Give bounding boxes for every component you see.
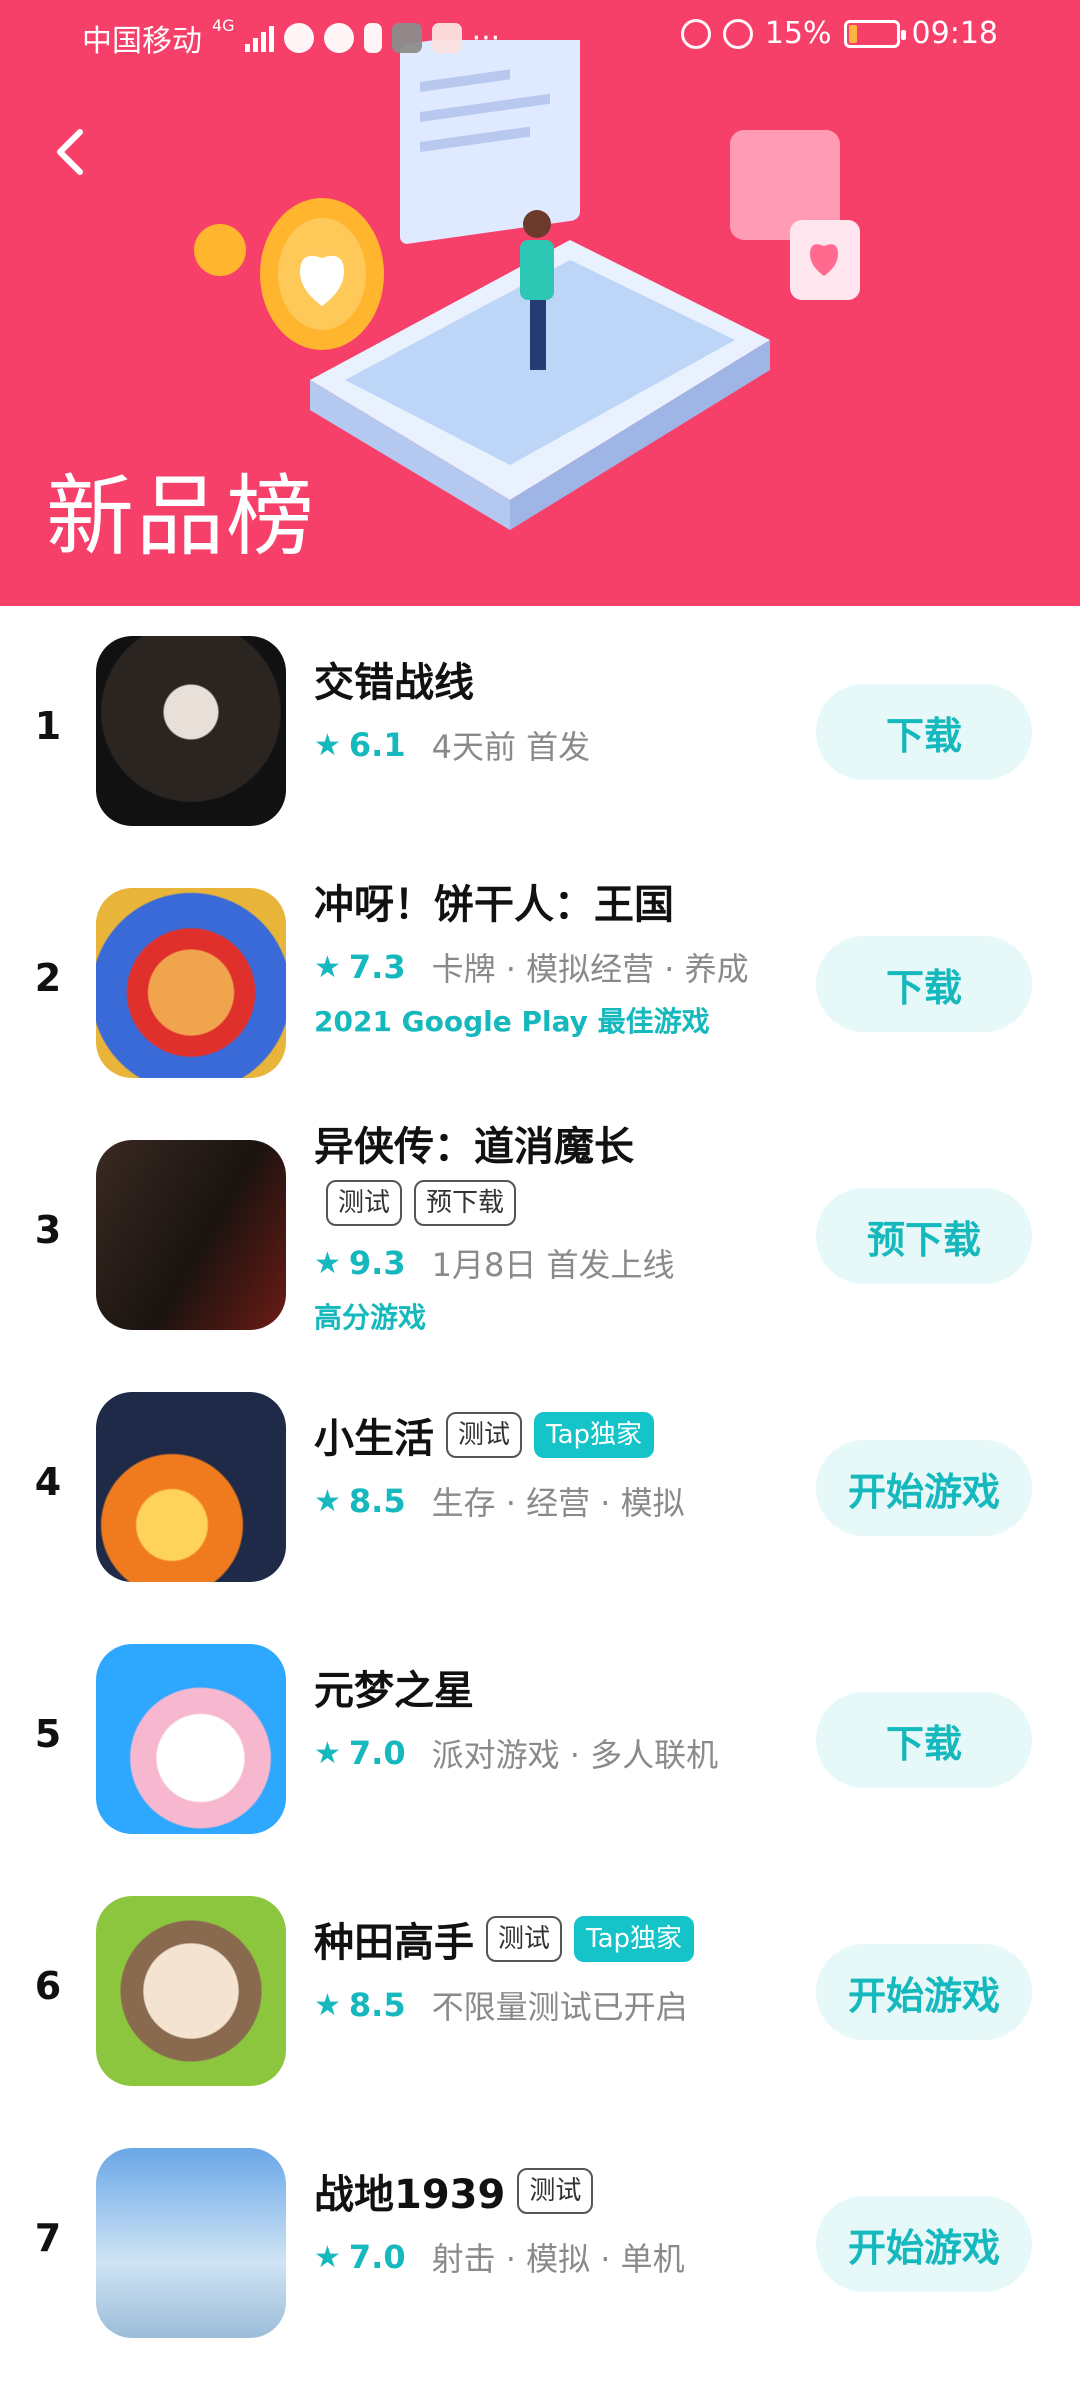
game-tag: 测试 [486, 1916, 563, 1962]
game-tag: 测试 [517, 2168, 594, 2214]
game-action-button[interactable]: 预下载 [816, 1188, 1032, 1284]
game-rating: 7.3 [348, 948, 406, 986]
game-icon[interactable] [96, 636, 286, 826]
page-title: 新品榜 [46, 465, 317, 568]
game-title[interactable]: 元梦之星 [314, 1658, 474, 1716]
ranking-list: 1 交错战线 ★ 6.1 4天前 首发 下载 2 冲呀！饼干人：王国 ★ 7.3… [0, 606, 1080, 2370]
battery-icon [843, 19, 906, 48]
rank-number: 2 [34, 956, 62, 1000]
rank-number: 3 [34, 1208, 62, 1252]
game-title-row: 种田高手 测试 Tap独家 [314, 1910, 810, 1968]
game-meta: ★ 7.0 射击 · 模拟 · 单机 [314, 2234, 810, 2280]
game-meta: ★ 8.5 生存 · 经营 · 模拟 [314, 1478, 810, 1524]
game-action-button[interactable]: 开始游戏 [816, 1440, 1032, 1536]
game-list-item[interactable]: 3 异侠传：道消魔长 测试 预下载 ★ 9.3 1月8日 首发上线 高分游戏 预下… [0, 1110, 1080, 1362]
game-title[interactable]: 冲呀！饼干人：王国 [314, 872, 674, 930]
game-badge: 2021 Google Play 最佳游戏 [314, 1005, 710, 1038]
game-list-item[interactable]: 4 小生活 测试 Tap独家 ★ 8.5 生存 · 经营 · 模拟 开始游戏 [0, 1362, 1080, 1614]
game-description: 不限量测试已开启 [431, 1988, 688, 2026]
game-description: 4天前 首发 [431, 728, 591, 766]
game-icon[interactable] [96, 1140, 286, 1330]
game-list-item[interactable]: 2 冲呀！饼干人：王国 ★ 7.3 卡牌 · 模拟经营 · 养成 2021 Go… [0, 858, 1080, 1110]
more-notifications-icon: ··· [471, 20, 501, 56]
game-title-row: 元梦之星 [314, 1658, 810, 1716]
game-meta: ★ 7.3 卡牌 · 模拟经营 · 养成 [314, 944, 810, 990]
star-icon: ★ [314, 727, 341, 763]
game-meta: ★ 8.5 不限量测试已开启 [314, 1982, 810, 2028]
game-action-button[interactable]: 开始游戏 [816, 2196, 1032, 2292]
game-rating: 8.5 [348, 1482, 406, 1520]
game-tag: 测试 [326, 1180, 403, 1226]
game-rating: 6.1 [348, 726, 406, 764]
game-title-row: 异侠传：道消魔长 [314, 1114, 810, 1172]
rank-number: 6 [34, 1964, 62, 2008]
game-tag: 测试 [446, 1412, 523, 1458]
app-notification-icon [391, 23, 422, 53]
star-icon: ★ [314, 1245, 341, 1281]
game-action-button[interactable]: 下载 [816, 684, 1032, 780]
game-action-button[interactable]: 下载 [816, 936, 1032, 1032]
clock: 09:18 [911, 16, 998, 51]
rank-number: 7 [34, 2216, 62, 2260]
battery-percent: 15% [764, 16, 832, 51]
alarm-icon [722, 18, 753, 49]
chevron-left-icon[interactable] [44, 122, 104, 182]
star-icon: ★ [314, 1735, 341, 1771]
network-label: 4G [212, 16, 235, 35]
alert-icon [363, 23, 382, 53]
game-list-item[interactable]: 7 战地1939 测试 ★ 7.0 射击 · 模拟 · 单机 开始游戏 [0, 2118, 1080, 2370]
app-notification-icon [431, 23, 462, 53]
game-list-item[interactable]: 5 元梦之星 ★ 7.0 派对游戏 · 多人联机 下载 [0, 1614, 1080, 1866]
game-title[interactable]: 交错战线 [314, 650, 474, 708]
header-banner: 中国移动 4G ··· 15% 09:18 新品榜 [0, 0, 1080, 606]
message-icon [283, 23, 314, 53]
game-title-row: 交错战线 [314, 650, 810, 708]
game-title[interactable]: 种田高手 [314, 1910, 474, 1968]
star-icon: ★ [314, 1987, 341, 2023]
game-tag: 预下载 [414, 1180, 517, 1226]
game-icon[interactable] [96, 1644, 286, 1834]
game-rating: 7.0 [348, 1734, 406, 1772]
game-icon[interactable] [96, 2148, 286, 2338]
game-rating: 7.0 [348, 2238, 406, 2276]
game-icon[interactable] [96, 1392, 286, 1582]
game-description: 卡牌 · 模拟经营 · 养成 [431, 950, 749, 988]
game-title[interactable]: 小生活 [314, 1406, 434, 1464]
data-saver-icon [680, 18, 711, 49]
game-meta: ★ 9.3 1月8日 首发上线 [314, 1240, 810, 1286]
game-meta: ★ 6.1 4天前 首发 [314, 722, 810, 768]
game-description: 射击 · 模拟 · 单机 [431, 2240, 685, 2278]
status-bar: 中国移动 4G ··· 15% 09:18 [0, 0, 1080, 72]
game-title-row: 小生活 测试 Tap独家 [314, 1406, 810, 1464]
game-tag: Tap独家 [534, 1412, 655, 1458]
game-title[interactable]: 战地1939 [314, 2162, 505, 2220]
game-action-button[interactable]: 下载 [816, 1692, 1032, 1788]
game-title-row: 冲呀！饼干人：王国 [314, 872, 810, 930]
game-description: 生存 · 经营 · 模拟 [431, 1484, 685, 1522]
game-list-item[interactable]: 1 交错战线 ★ 6.1 4天前 首发 下载 [0, 606, 1080, 858]
rank-number: 4 [34, 1460, 62, 1504]
carrier-label: 中国移动 [82, 24, 202, 59]
game-rating: 9.3 [348, 1244, 406, 1282]
game-icon[interactable] [96, 888, 286, 1078]
game-title-row: 战地1939 测试 [314, 2162, 810, 2220]
game-rating: 8.5 [348, 1986, 406, 2024]
star-icon: ★ [314, 2239, 341, 2275]
rank-number: 5 [34, 1712, 62, 1756]
star-icon: ★ [314, 1483, 341, 1519]
game-list-item[interactable]: 6 种田高手 测试 Tap独家 ★ 8.5 不限量测试已开启 开始游戏 [0, 1866, 1080, 2118]
game-tag: Tap独家 [574, 1916, 695, 1962]
game-badge: 高分游戏 [314, 1301, 427, 1334]
game-tags: 测试 预下载 [326, 1180, 810, 1226]
rank-number: 1 [34, 704, 62, 748]
game-icon[interactable] [96, 1896, 286, 2086]
game-description: 派对游戏 · 多人联机 [431, 1736, 719, 1774]
wechat-icon [323, 23, 354, 53]
star-icon: ★ [314, 949, 341, 985]
game-meta: ★ 7.0 派对游戏 · 多人联机 [314, 1730, 810, 1776]
game-title[interactable]: 异侠传：道消魔长 [314, 1114, 634, 1172]
signal-icon [244, 24, 274, 52]
game-description: 1月8日 首发上线 [431, 1246, 675, 1284]
game-action-button[interactable]: 开始游戏 [816, 1944, 1032, 2040]
